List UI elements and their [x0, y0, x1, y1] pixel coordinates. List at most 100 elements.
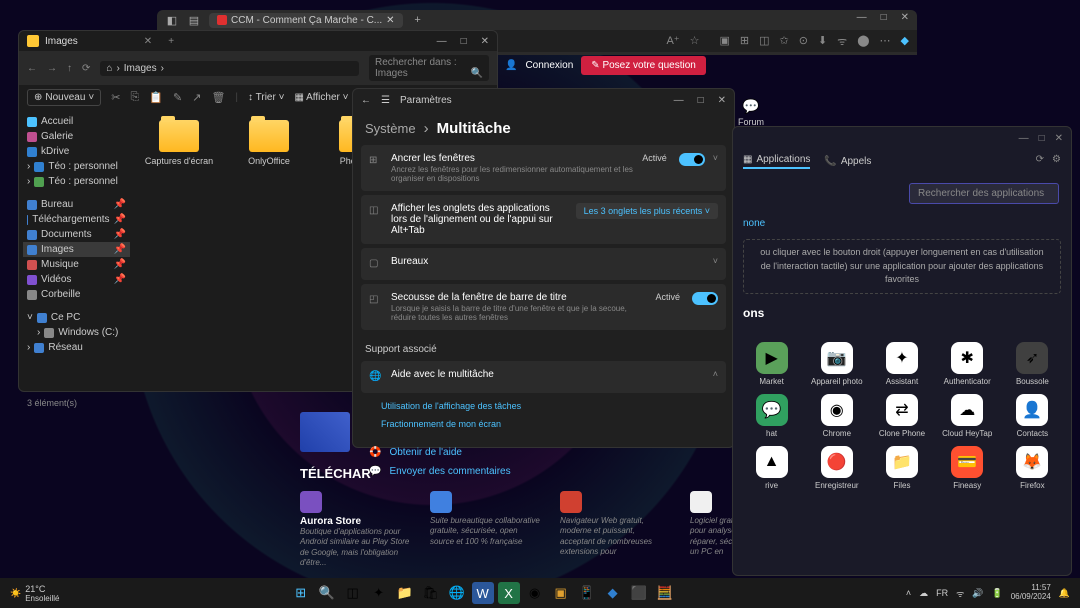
tab-close-icon[interactable]: ✕	[144, 36, 152, 47]
sidebar-item-downloads[interactable]: Téléchargements📌	[23, 212, 130, 227]
clock[interactable]: 11:57 06/09/2024	[1011, 584, 1051, 602]
app-search-input[interactable]: Rechercher des applications	[909, 183, 1059, 204]
tab-workspace-icon[interactable]: ▤	[187, 13, 201, 27]
get-help-link[interactable]: 🛟Obtenir de l'aide	[361, 443, 726, 462]
store-button[interactable]: 🛍	[420, 582, 442, 604]
gear-icon[interactable]: ⚙	[1052, 154, 1061, 169]
phone-link-button[interactable]: 📱	[576, 582, 598, 604]
login-link[interactable]: Connexion	[525, 60, 573, 71]
tab-close-icon[interactable]: ✕	[386, 15, 394, 26]
nav-forward-icon[interactable]: →	[47, 63, 57, 74]
app-item[interactable]: 👤Contacts	[1004, 394, 1061, 438]
sidebar-item-teo1[interactable]: › Téo : personnel	[23, 159, 130, 174]
nav-refresh-icon[interactable]: ⟳	[82, 63, 90, 74]
view-button[interactable]: ▦ Afficher ˅	[294, 92, 348, 103]
edge-button[interactable]: 🌐	[446, 582, 468, 604]
download-item[interactable]: Aurora StoreBoutique d'applications pour…	[300, 491, 410, 569]
forum-link[interactable]: 💬 Forum	[738, 98, 764, 127]
new-tab-button[interactable]: +	[411, 13, 425, 27]
app-item[interactable]: 💳Fineasy	[939, 446, 996, 490]
copilot-icon[interactable]: ◆	[901, 34, 909, 49]
tray-chevron-icon[interactable]: ˄	[906, 588, 911, 598]
chevron-down-icon[interactable]: ˅	[713, 256, 718, 266]
collections-icon[interactable]: ⊞	[740, 34, 749, 49]
browser-close[interactable]: ✕	[901, 12, 909, 23]
sidebar-item-videos[interactable]: Vidéos📌	[23, 272, 130, 287]
explorer-close[interactable]: ✕	[481, 36, 489, 47]
weather-widget[interactable]: ☀️ 21°C Ensoleillé	[0, 584, 69, 603]
tab-calls[interactable]: 📞Appels	[824, 154, 871, 169]
sidebar-item-thispc[interactable]: ˅ Ce PC	[23, 310, 130, 325]
download-item[interactable]: Navigateur Web gratuit, moderne et puiss…	[560, 491, 670, 569]
word-button[interactable]: W	[472, 582, 494, 604]
rename-icon[interactable]: ✎	[173, 91, 182, 104]
extension-icon[interactable]: ▣	[719, 34, 729, 49]
app-item[interactable]: 📁Files	[873, 446, 930, 490]
menu-icon[interactable]: ☰	[381, 95, 390, 106]
wifi-icon[interactable]: ᯤ	[956, 587, 964, 600]
cut-icon[interactable]: ✂	[111, 91, 120, 104]
app-item[interactable]: 🔴Enregistreur	[808, 446, 865, 490]
sidebar-item-trash[interactable]: Corbeille	[23, 287, 130, 302]
star-icon[interactable]: ☆	[690, 34, 700, 49]
sidebar-item-kdrive[interactable]: kDrive	[23, 144, 130, 159]
settings-close[interactable]: ✕	[718, 95, 726, 106]
nav-back-icon[interactable]: ←	[27, 63, 37, 74]
chrome-button[interactable]: ◉	[524, 582, 546, 604]
app-item[interactable]: ☁Cloud HeyTap	[939, 394, 996, 438]
app-item[interactable]: ▶Market	[743, 342, 800, 386]
download-item[interactable]: Suite bureautique collaborative gratuite…	[430, 491, 540, 569]
new-tab-button[interactable]: +	[168, 36, 174, 47]
sidebar-item-network[interactable]: › Réseau	[23, 340, 130, 355]
setting-title-shake[interactable]: ◰ Secousse de la fenêtre de barre de tit…	[361, 284, 726, 330]
setting-alttab[interactable]: ◫ Afficher les onglets des applications …	[361, 195, 726, 244]
settings-maximize[interactable]: □	[698, 95, 704, 106]
phone-maximize[interactable]: □	[1039, 133, 1045, 144]
app-item[interactable]: 🦊Firefox	[1004, 446, 1061, 490]
sidebar-item-music[interactable]: Musique📌	[23, 257, 130, 272]
app-button[interactable]: ▣	[550, 582, 572, 604]
app-item[interactable]: ➶Boussole	[1004, 342, 1061, 386]
tab-history-icon[interactable]: ◧	[165, 13, 179, 27]
app-item[interactable]: ⇄Clone Phone	[873, 394, 930, 438]
more-icon[interactable]: ⋯	[880, 34, 891, 49]
explorer-maximize[interactable]: □	[461, 36, 467, 47]
sidebar-item-desktop[interactable]: Bureau📌	[23, 197, 130, 212]
app-item[interactable]: 📷Appareil photo	[808, 342, 865, 386]
snap-toggle[interactable]	[679, 153, 705, 166]
app-item[interactable]: ✱Authenticator	[939, 342, 996, 386]
battery-icon[interactable]: 🔋	[992, 588, 1003, 599]
wifi-ext-icon[interactable]: ᯤ	[837, 34, 847, 49]
alttab-dropdown[interactable]: Les 3 onglets les plus récents ˅	[576, 203, 718, 219]
new-button[interactable]: ⊕ Nouveau ˅	[27, 89, 101, 106]
sidebar-item-images[interactable]: Images📌	[23, 242, 130, 257]
copy-icon[interactable]: ⎘	[130, 91, 139, 104]
setting-desktops[interactable]: ▢ Bureaux ˅	[361, 248, 726, 280]
folder-item[interactable]: OnlyOffice	[234, 120, 304, 385]
sidebar-item-windows-c[interactable]: › Windows (C:)	[23, 325, 130, 340]
app-item[interactable]: ◉Chrome	[808, 394, 865, 438]
sidebar-item-gallery[interactable]: Galerie	[23, 129, 130, 144]
search-button[interactable]: 🔍	[316, 582, 338, 604]
phone-close[interactable]: ✕	[1055, 133, 1063, 144]
app-item[interactable]: ✦Assistant	[873, 342, 930, 386]
downloads-icon[interactable]: ⬇	[818, 34, 827, 49]
favorites-icon[interactable]: ✩	[780, 34, 789, 49]
ask-question-button[interactable]: ✎ Posez votre question	[581, 56, 706, 75]
browser-tab[interactable]: CCM - Comment Ça Marche - C... ✕	[209, 13, 403, 28]
task-view-button[interactable]: ◫	[342, 582, 364, 604]
volume-icon[interactable]: 🔊	[972, 588, 983, 599]
help-link-taskview[interactable]: Utilisation de l'affichage des tâches	[361, 397, 726, 415]
tab-applications[interactable]: ▦Applications	[743, 154, 810, 169]
explorer-minimize[interactable]: —	[437, 36, 447, 47]
sidebar-item-teo2[interactable]: › Téo : personnel	[23, 174, 130, 189]
profile-icon[interactable]: ⬤	[857, 34, 869, 49]
notifications-icon[interactable]: 🔔	[1059, 588, 1070, 599]
breadcrumb[interactable]: ⌂ › Images ›	[100, 61, 359, 76]
app-item[interactable]: ▲rive	[743, 446, 800, 490]
history-icon[interactable]: ⊙	[799, 34, 808, 49]
explorer-button[interactable]: 📁	[394, 582, 416, 604]
explorer-search-input[interactable]: Rechercher dans : Images 🔍	[369, 55, 489, 81]
app-item[interactable]: 💬hat	[743, 394, 800, 438]
side-phone-label[interactable]: none	[733, 214, 1071, 233]
